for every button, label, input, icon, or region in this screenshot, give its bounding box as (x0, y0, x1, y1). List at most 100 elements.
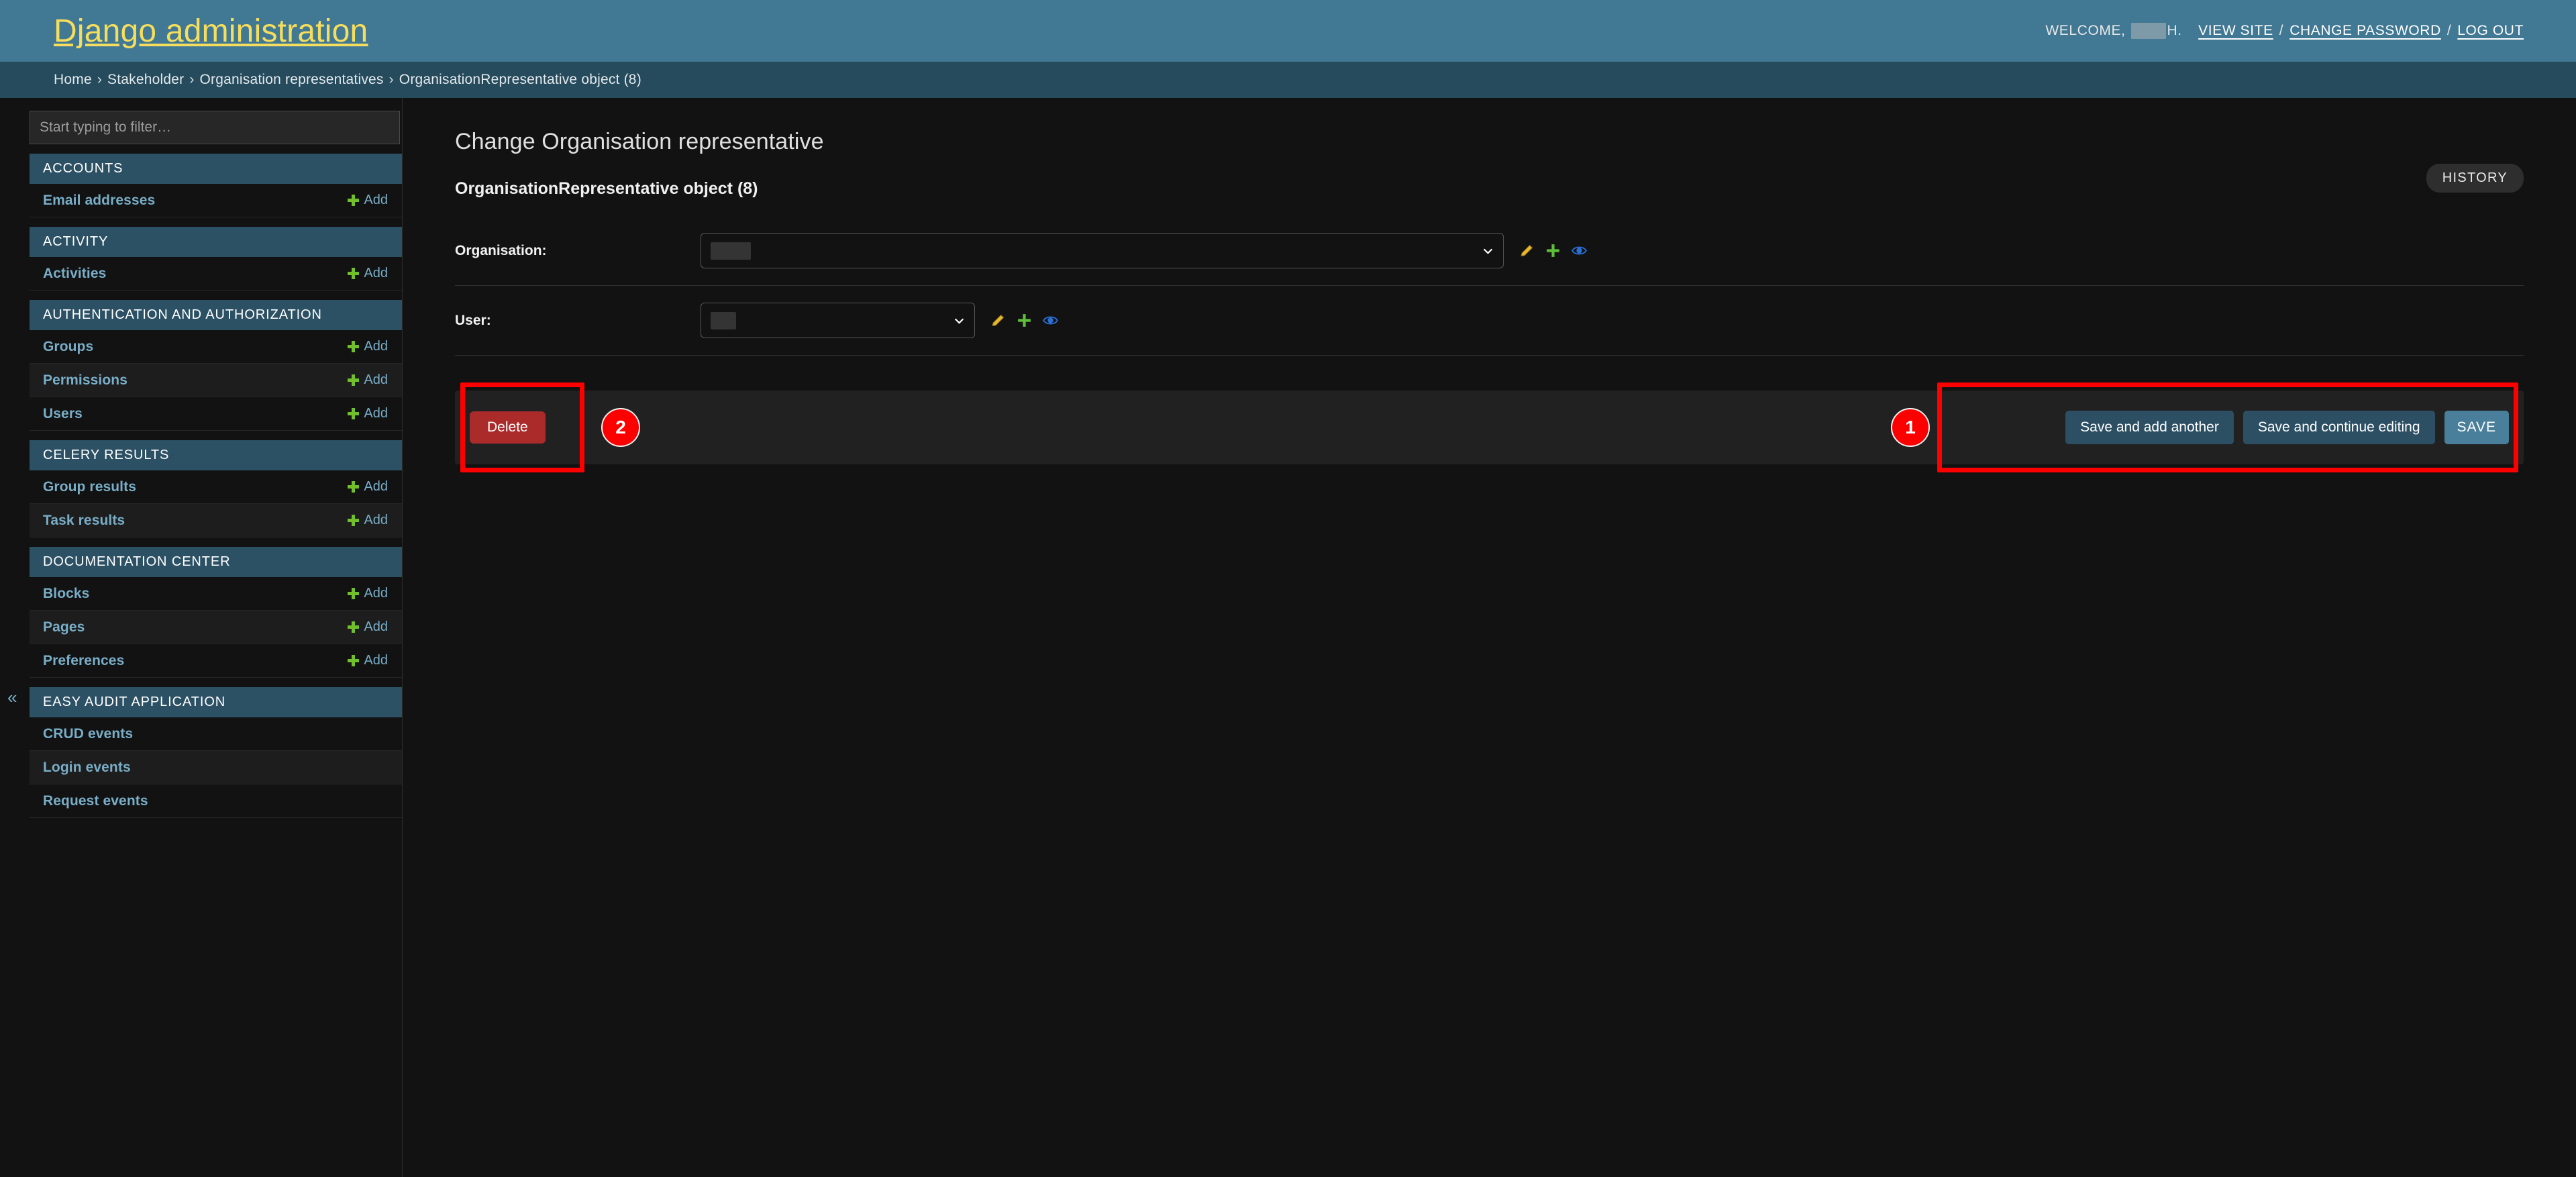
sidebar-item-login-events[interactable]: Login events (30, 751, 402, 784)
sidebar-app-caption: ACTIVITY (30, 227, 402, 257)
plus-icon (348, 481, 360, 493)
breadcrumb-separator: › (389, 72, 394, 87)
username-suffix: H. (2167, 23, 2182, 38)
sidebar-item-label[interactable]: CRUD events (43, 726, 133, 742)
sidebar-add-link[interactable]: Add (364, 339, 388, 354)
user-label: User: (455, 312, 491, 328)
sidebar-item-label[interactable]: Preferences (43, 653, 124, 669)
organisation-field-actions (1518, 242, 1588, 259)
sidebar-item-email-addresses[interactable]: Email addresses Add (30, 184, 402, 217)
sidebar-app-module: DOCUMENTATION CENTER Blocks Add Pages Add Pre… (30, 547, 402, 678)
sidebar-add-link-wrap[interactable]: Add (348, 586, 388, 601)
breadcrumb-separator: › (97, 72, 103, 87)
sidebar-add-link[interactable]: Add (364, 619, 388, 635)
sidebar-add-link[interactable]: Add (364, 372, 388, 388)
sidebar-add-link-wrap[interactable]: Add (348, 266, 388, 281)
sidebar-collapse-toggle-icon[interactable]: « (7, 688, 17, 706)
plus-icon (348, 195, 360, 206)
sidebar-item-group-results[interactable]: Group results Add (30, 470, 402, 504)
sidebar-item-label[interactable]: Activities (43, 266, 106, 282)
sidebar-filter-input[interactable] (30, 111, 400, 144)
sidebar-item-label[interactable]: Login events (43, 760, 131, 776)
chevron-down-icon (955, 318, 964, 323)
plus-icon (348, 655, 360, 666)
sidebar-add-link-wrap[interactable]: Add (348, 339, 388, 354)
sidebar-app-module: CELERY RESULTS Group results Add Task resul… (30, 440, 402, 538)
form-row-organisation: Organisation: (455, 216, 2524, 286)
sidebar-item-blocks[interactable]: Blocks Add (30, 577, 402, 611)
sidebar-item-crud-events[interactable]: CRUD events (30, 717, 402, 751)
change-password-link[interactable]: CHANGE PASSWORD (2289, 23, 2441, 39)
save-button[interactable]: SAVE (2444, 411, 2509, 444)
sidebar-item-label[interactable]: Task results (43, 513, 125, 529)
user-select[interactable] (701, 303, 975, 338)
organisation-selected-value-redacted (711, 242, 751, 260)
sidebar-item-label[interactable]: Pages (43, 619, 85, 635)
sidebar-add-link-wrap[interactable]: Add (348, 619, 388, 635)
sidebar-item-label[interactable]: Group results (43, 479, 136, 495)
sidebar-app-caption: AUTHENTICATION AND AUTHORIZATION (30, 300, 402, 330)
sidebar-add-link[interactable]: Add (364, 586, 388, 601)
sidebar-item-label[interactable]: Groups (43, 339, 93, 355)
sidebar-add-link[interactable]: Add (364, 653, 388, 668)
sidebar-add-link-wrap[interactable]: Add (348, 513, 388, 528)
sidebar-add-link[interactable]: Add (364, 479, 388, 495)
sidebar-add-link[interactable]: Add (364, 406, 388, 421)
sidebar-add-link-wrap[interactable]: Add (348, 406, 388, 421)
eye-icon[interactable] (1571, 242, 1588, 259)
organisation-label: Organisation: (455, 242, 547, 258)
sidebar-add-link-wrap[interactable]: Add (348, 193, 388, 208)
sidebar-item-activities[interactable]: Activities Add (30, 257, 402, 291)
organisation-select[interactable] (701, 233, 1504, 268)
save-buttons-group: Save and add another Save and continue e… (2065, 411, 2509, 444)
submit-row: Delete Save and add another Save and con… (455, 382, 2524, 472)
delete-button[interactable]: Delete (470, 411, 546, 444)
sidebar-item-groups[interactable]: Groups Add (30, 330, 402, 364)
change-form: Organisation: User: Delete Save and add … (455, 216, 2524, 472)
sidebar-item-label[interactable]: Request events (43, 793, 148, 809)
plus-icon[interactable] (1545, 242, 1561, 259)
log-out-link[interactable]: LOG OUT (2457, 23, 2524, 39)
sidebar-item-pages[interactable]: Pages Add (30, 611, 402, 644)
sidebar-item-permissions[interactable]: Permissions Add (30, 364, 402, 397)
sidebar-add-link[interactable]: Add (364, 193, 388, 208)
tools-separator-2: / (2446, 23, 2452, 38)
sidebar-add-link-wrap[interactable]: Add (348, 653, 388, 668)
plus-icon (348, 515, 360, 526)
breadcrumb-organisation-representatives[interactable]: Organisation representatives (200, 72, 384, 88)
save-and-continue-editing-button[interactable]: Save and continue editing (2243, 411, 2435, 444)
site-title[interactable]: Django administration (54, 13, 368, 50)
user-selected-value-redacted (711, 311, 736, 329)
breadcrumb: Home › Stakeholder › Organisation repres… (0, 62, 2576, 98)
plus-icon (348, 268, 360, 279)
sidebar-item-request-events[interactable]: Request events (30, 784, 402, 818)
eye-icon[interactable] (1042, 312, 1059, 329)
sidebar-item-label[interactable]: Permissions (43, 372, 127, 389)
sidebar-add-link[interactable]: Add (364, 266, 388, 281)
sidebar-item-label[interactable]: Blocks (43, 586, 89, 602)
sidebar-item-label[interactable]: Users (43, 406, 83, 422)
view-site-link[interactable]: VIEW SITE (2198, 23, 2273, 39)
sidebar-item-preferences[interactable]: Preferences Add (30, 644, 402, 678)
breadcrumb-home[interactable]: Home (54, 72, 92, 88)
sidebar-item-users[interactable]: Users Add (30, 397, 402, 431)
tools-separator-1: / (2279, 23, 2284, 38)
plus-icon (348, 408, 360, 419)
sidebar-item-label[interactable]: Email addresses (43, 193, 155, 209)
sidebar-add-link[interactable]: Add (364, 513, 388, 528)
site-header: Django administration WELCOME, H. VIEW S… (0, 0, 2576, 62)
sidebar-add-link-wrap[interactable]: Add (348, 372, 388, 388)
pencil-icon[interactable] (990, 312, 1007, 329)
page-title: Change Organisation representative (455, 129, 824, 154)
sidebar-app-module: ACTIVITY Activities Add (30, 227, 402, 291)
sidebar-item-task-results[interactable]: Task results Add (30, 504, 402, 538)
sidebar-add-link-wrap[interactable]: Add (348, 479, 388, 495)
breadcrumb-separator: › (189, 72, 195, 87)
breadcrumb-stakeholder[interactable]: Stakeholder (107, 72, 184, 88)
save-and-add-another-button[interactable]: Save and add another (2065, 411, 2234, 444)
object-caption: OrganisationRepresentative object (8) (455, 179, 758, 198)
plus-icon[interactable] (1016, 312, 1033, 329)
pencil-icon[interactable] (1518, 242, 1535, 259)
history-button[interactable]: HISTORY (2426, 164, 2524, 193)
annotation-badge-1: 1 (1891, 408, 1930, 447)
